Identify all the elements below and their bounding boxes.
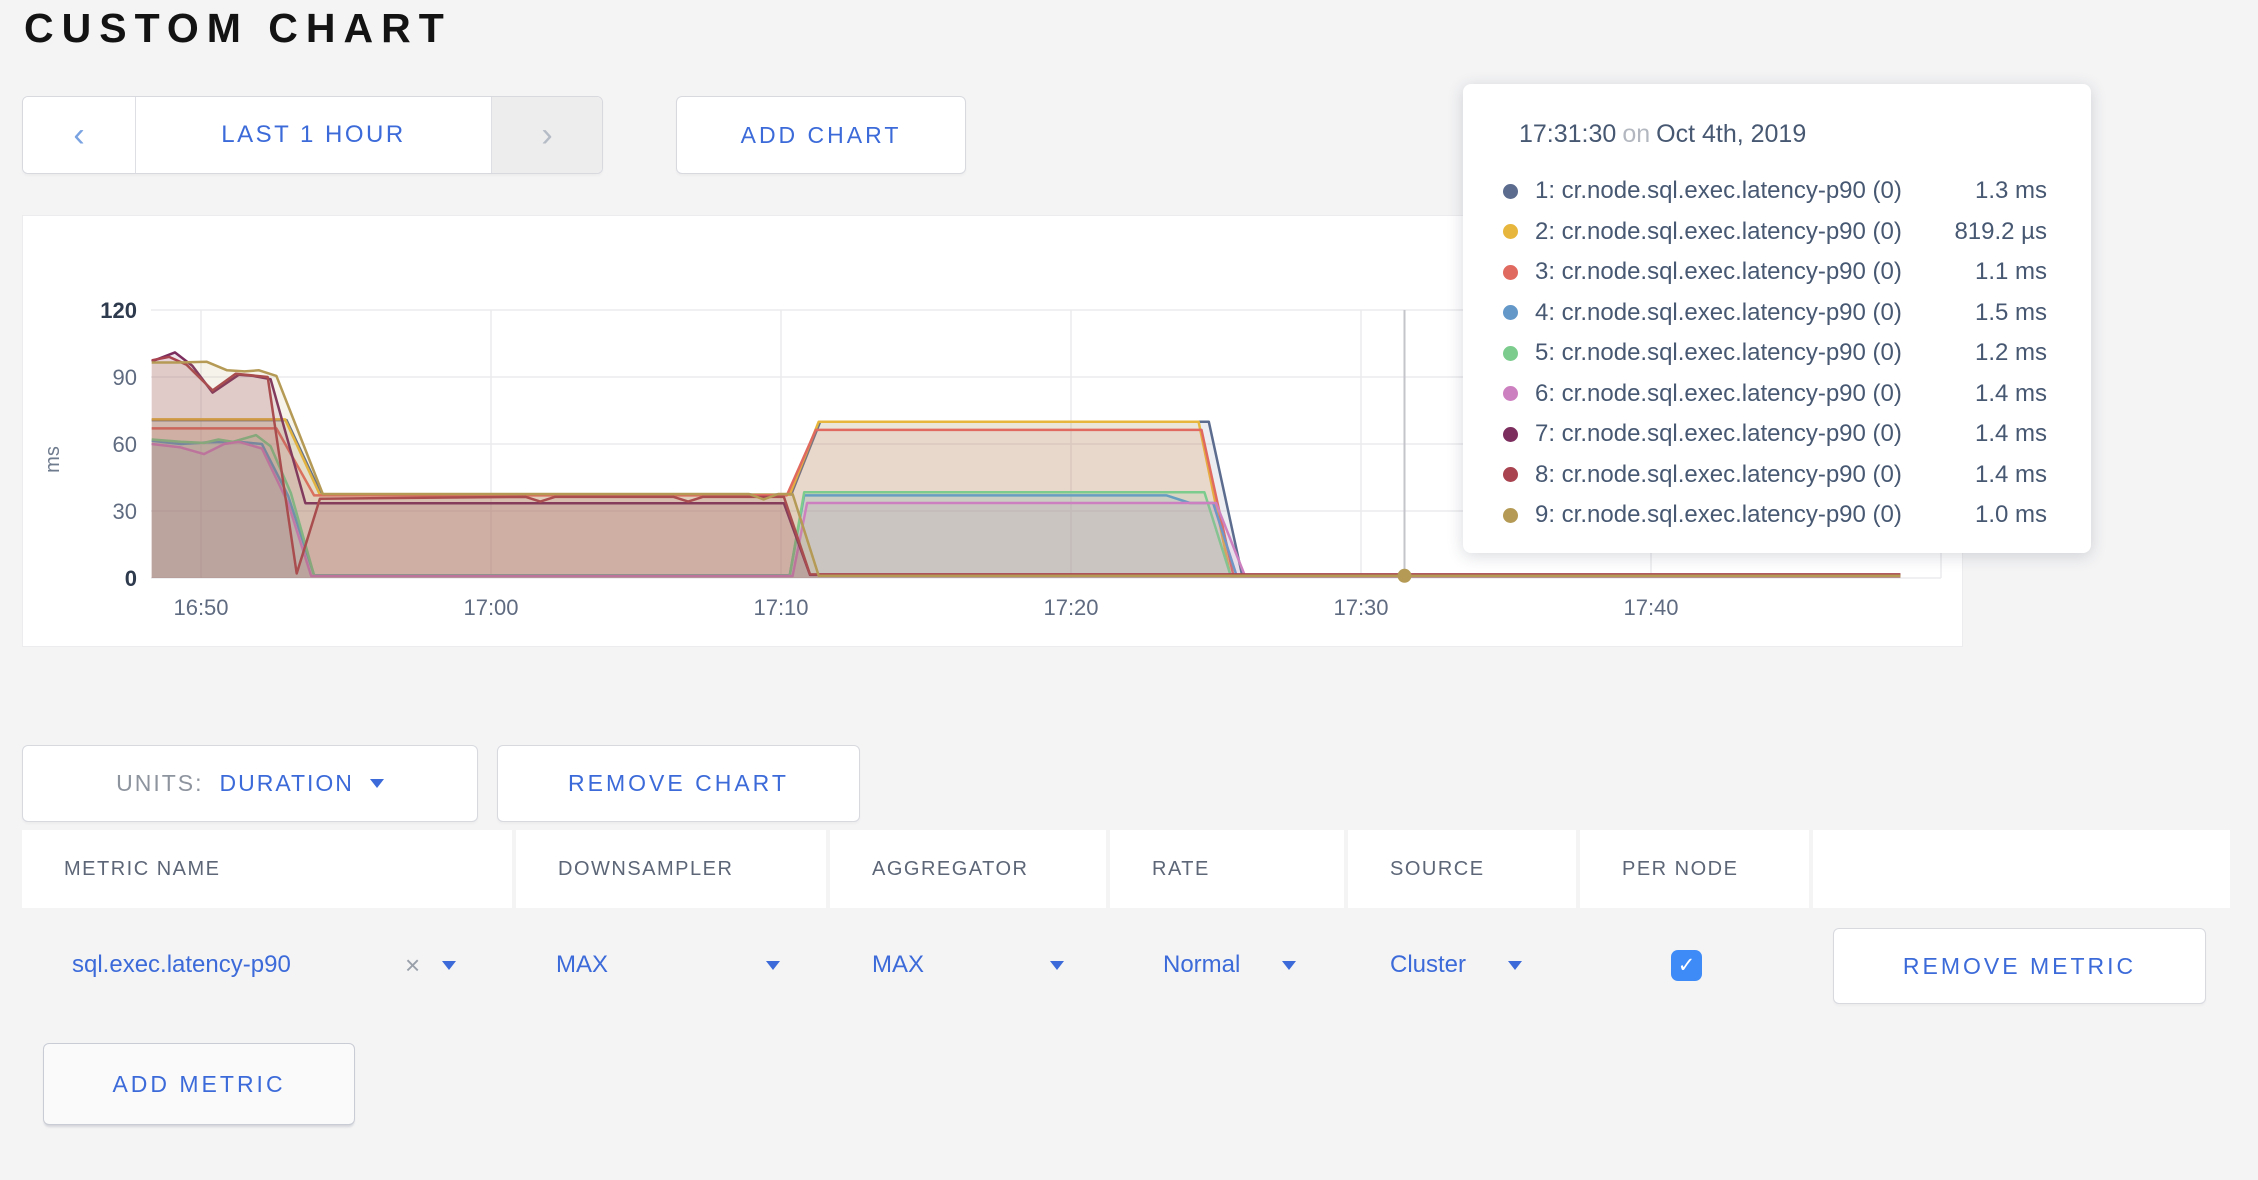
source-value: Cluster bbox=[1390, 951, 1466, 979]
tooltip-series-value: 1.3 ms bbox=[1975, 177, 2047, 205]
aggregator-dropdown[interactable]: MAX bbox=[872, 915, 1064, 1015]
chevron-down-icon bbox=[766, 961, 780, 970]
metric-name-clear-dropdown[interactable]: × bbox=[405, 915, 456, 1015]
tooltip-series-value: 1.0 ms bbox=[1975, 501, 2047, 529]
add-metric-button[interactable]: ADD METRIC bbox=[43, 1043, 355, 1125]
chevron-down-icon bbox=[370, 779, 384, 788]
svg-text:30: 30 bbox=[113, 499, 137, 524]
per-node-checkbox[interactable]: ✓ bbox=[1671, 950, 1702, 981]
source-dropdown[interactable]: Cluster bbox=[1390, 915, 1522, 1015]
hover-point bbox=[1398, 569, 1412, 583]
units-value: DURATION bbox=[219, 770, 353, 797]
metric-name-link[interactable]: sql.exec.latency-p90 bbox=[72, 951, 291, 979]
svg-text:17:00: 17:00 bbox=[463, 595, 518, 620]
tooltip-time: 17:31:30 bbox=[1519, 120, 1616, 148]
chevron-down-icon bbox=[1282, 961, 1296, 970]
y-axis-unit-label: ms bbox=[42, 446, 65, 473]
svg-text:90: 90 bbox=[113, 365, 137, 390]
time-window-selector[interactable]: ‹ LAST 1 HOUR › bbox=[22, 96, 603, 174]
svg-text:0: 0 bbox=[125, 566, 137, 591]
rate-value: Normal bbox=[1163, 951, 1240, 979]
latency-chart[interactable]: 0 30 60 90 120 16:50 17:00 17:10 17:20 17:30 17:40 bbox=[23, 216, 1962, 646]
svg-text:17:10: 17:10 bbox=[753, 595, 808, 620]
table-row-metric-name: sql.exec.latency-p90 bbox=[72, 915, 291, 1015]
units-dropdown[interactable]: UNITS: DURATION bbox=[22, 745, 478, 822]
legend-dot-icon bbox=[1503, 184, 1518, 199]
header-actions bbox=[1813, 830, 2230, 908]
header-per-node: PER NODE bbox=[1580, 830, 1809, 908]
aggregator-value: MAX bbox=[872, 951, 924, 979]
header-metric-name: METRIC NAME bbox=[22, 830, 512, 908]
header-rate: RATE bbox=[1110, 830, 1344, 908]
svg-text:60: 60 bbox=[113, 432, 137, 457]
units-label: UNITS: bbox=[116, 770, 203, 797]
tooltip-series-value: 819.2 µs bbox=[1954, 218, 2047, 246]
check-icon: ✓ bbox=[1678, 953, 1696, 978]
header-source: SOURCE bbox=[1348, 830, 1576, 908]
add-chart-button[interactable]: ADD CHART bbox=[676, 96, 966, 174]
tooltip-series-value: 1.2 ms bbox=[1975, 339, 2047, 367]
tooltip-series-value: 1.4 ms bbox=[1975, 461, 2047, 489]
tooltip-series-value: 1.4 ms bbox=[1975, 420, 2047, 448]
downsampler-value: MAX bbox=[556, 951, 608, 979]
tooltip-series-value: 1.1 ms bbox=[1975, 258, 2047, 286]
remove-metric-button[interactable]: REMOVE METRIC bbox=[1833, 928, 2206, 1004]
chevron-right-icon: › bbox=[541, 116, 552, 155]
svg-text:17:20: 17:20 bbox=[1043, 595, 1098, 620]
header-aggregator: AGGREGATOR bbox=[830, 830, 1106, 908]
x-axis-labels: 16:50 17:00 17:10 17:20 17:30 17:40 bbox=[173, 595, 1678, 620]
chevron-left-icon: ‹ bbox=[73, 116, 84, 155]
chevron-down-icon bbox=[1050, 961, 1064, 970]
y-axis-labels: 0 30 60 90 120 bbox=[100, 298, 137, 591]
svg-text:17:40: 17:40 bbox=[1623, 595, 1678, 620]
svg-text:120: 120 bbox=[100, 298, 137, 323]
tooltip-series-value: 1.5 ms bbox=[1975, 299, 2047, 327]
tooltip-row: 1: cr.node.sql.exec.latency-p90 (0)1.3 m… bbox=[1503, 171, 2047, 212]
svg-text:16:50: 16:50 bbox=[173, 595, 228, 620]
clear-icon[interactable]: × bbox=[405, 950, 420, 981]
tooltip-date: Oct 4th, 2019 bbox=[1656, 120, 1806, 148]
tooltip-timestamp: 17:31:30onOct 4th, 2019 bbox=[1519, 120, 2047, 149]
remove-chart-button[interactable]: REMOVE CHART bbox=[497, 745, 860, 822]
tooltip-series-value: 1.4 ms bbox=[1975, 380, 2047, 408]
downsampler-dropdown[interactable]: MAX bbox=[556, 915, 780, 1015]
header-downsampler: DOWNSAMPLER bbox=[516, 830, 826, 908]
chevron-down-icon[interactable] bbox=[442, 961, 456, 970]
time-window-next-button[interactable]: › bbox=[491, 97, 602, 173]
rate-dropdown[interactable]: Normal bbox=[1163, 915, 1296, 1015]
time-window-prev-button[interactable]: ‹ bbox=[23, 97, 136, 173]
tooltip-conjunction: on bbox=[1622, 120, 1650, 148]
time-window-label[interactable]: LAST 1 HOUR bbox=[136, 97, 491, 173]
page-title: CUSTOM CHART bbox=[24, 2, 452, 54]
chevron-down-icon bbox=[1508, 961, 1522, 970]
tooltip-series-label: 1: cr.node.sql.exec.latency-p90 (0) bbox=[1535, 177, 1975, 205]
chart-card: 0 30 60 90 120 16:50 17:00 17:10 17:20 17:30 17:40 bbox=[22, 215, 1963, 647]
svg-text:17:30: 17:30 bbox=[1333, 595, 1388, 620]
